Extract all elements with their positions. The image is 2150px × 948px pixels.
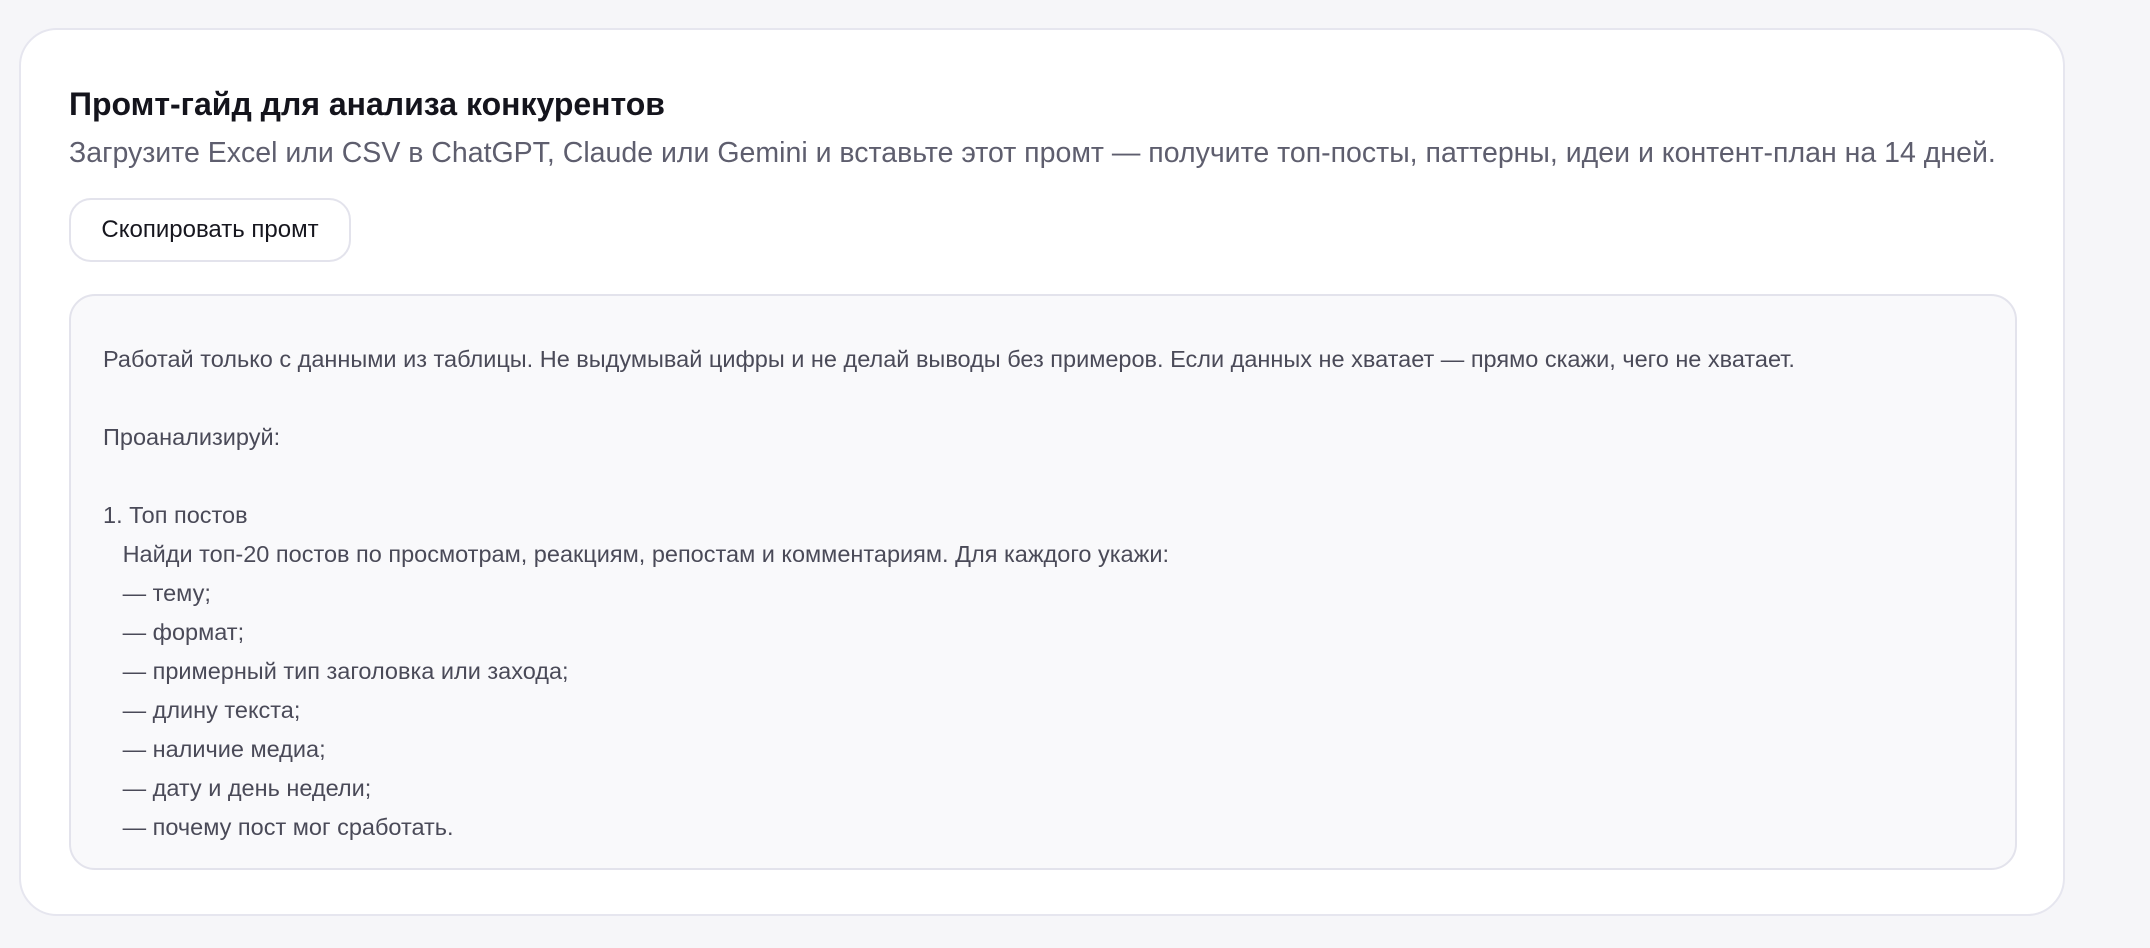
prompt-guide-card: Промт-гайд для анализа конкурентов Загру… bbox=[19, 28, 2065, 916]
prompt-text-box[interactable]: Работай только с данными из таблицы. Не … bbox=[69, 294, 2017, 870]
prompt-text: Работай только с данными из таблицы. Не … bbox=[103, 346, 1795, 840]
card-title: Промт-гайд для анализа конкурентов bbox=[69, 86, 665, 122]
copy-prompt-button[interactable]: Скопировать промт bbox=[69, 198, 351, 262]
card-subtitle: Загрузите Excel или CSV в ChatGPT, Claud… bbox=[69, 137, 1996, 169]
